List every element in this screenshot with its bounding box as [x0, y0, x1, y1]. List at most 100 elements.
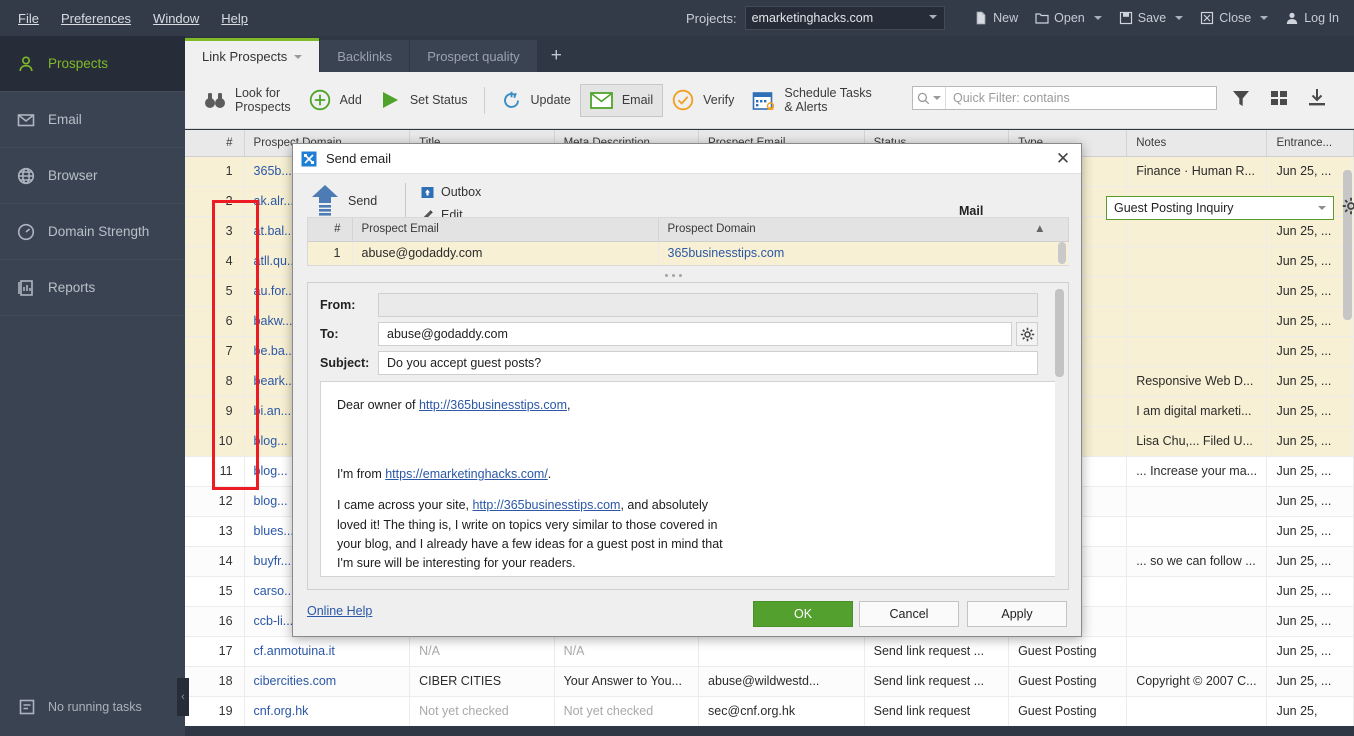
from-field[interactable]: [378, 293, 1038, 317]
scrollbar-thumb[interactable]: [1343, 170, 1352, 320]
menu-item-file[interactable]: File: [18, 11, 39, 26]
menu-item-window[interactable]: Window: [153, 11, 199, 26]
chevron-down-icon[interactable]: [1260, 16, 1269, 20]
quick-filter[interactable]: [912, 86, 1217, 110]
chevron-down-icon[interactable]: [294, 54, 303, 59]
sidebar-item-reports[interactable]: Reports: [0, 260, 185, 316]
calendar-alert-icon: [752, 90, 775, 111]
sidebar-item-domain-strength[interactable]: Domain Strength: [0, 204, 185, 260]
cell-notes: [1126, 336, 1268, 367]
schedule-tasks-label: Schedule Tasks & Alerts: [784, 85, 872, 114]
cell-notes: [1126, 486, 1268, 517]
cell-index: 6: [185, 306, 245, 337]
cancel-button[interactable]: Cancel: [859, 601, 959, 627]
cell-title: N/A: [409, 636, 555, 667]
body-p3-link[interactable]: http://365businesstips.com: [472, 498, 620, 512]
subject-row: Subject: Do you accept guest posts?: [320, 351, 1038, 375]
splitter-grip[interactable]: [656, 271, 690, 279]
sidebar-item-email[interactable]: Email: [0, 92, 185, 148]
project-dropdown[interactable]: emarketinghacks.com: [744, 6, 945, 30]
table-row[interactable]: 17 cf.anmotuina.it N/A N/A Send link request…: [185, 636, 1354, 667]
cell-entrance: Jun 25, ...: [1266, 366, 1354, 397]
login-button[interactable]: Log In: [1278, 7, 1346, 29]
gear-icon[interactable]: [1342, 197, 1354, 218]
ok-button[interactable]: OK: [753, 601, 853, 627]
toolbar-divider: [483, 86, 485, 114]
sidebar-item-prospects-label: Prospects: [48, 56, 109, 71]
table-vertical-scrollbar[interactable]: [1343, 170, 1352, 718]
verify-button[interactable]: Verify: [663, 83, 743, 117]
form-vertical-scrollbar[interactable]: [1055, 289, 1064, 583]
send-button-label: Send: [348, 194, 378, 208]
close-button[interactable]: Close: [1193, 7, 1275, 29]
set-status-button[interactable]: Set Status: [371, 84, 477, 116]
apply-button[interactable]: Apply: [967, 601, 1067, 627]
chevron-down-icon[interactable]: [1175, 16, 1184, 20]
mini-column-header-prospect-email[interactable]: Prospect Email: [352, 218, 659, 242]
table-row[interactable]: 19 cnf.org.hk Not yet checked Not yet check…: [185, 696, 1354, 726]
mini-column-header-prospect-domain[interactable]: Prospect Domain ▲: [658, 218, 1069, 242]
filter-icon[interactable]: [1230, 87, 1252, 109]
mini-grid-row[interactable]: 1 abuse@godaddy.com 365businesstips.com: [308, 241, 1069, 265]
quick-filter-input[interactable]: [946, 91, 1216, 105]
open-button[interactable]: Open: [1028, 7, 1109, 29]
tab-link-prospects[interactable]: Link Prospects: [185, 38, 320, 72]
sidebar-item-prospects[interactable]: Prospects: [0, 36, 185, 92]
look-for-prospects-button[interactable]: Look for Prospects: [195, 80, 300, 121]
download-icon[interactable]: [1306, 87, 1328, 109]
cell-entrance: Jun 25, ...: [1266, 576, 1354, 607]
panel-collapse-toggle[interactable]: ‹: [177, 678, 189, 716]
gear-icon[interactable]: [1016, 322, 1038, 346]
grid-view-icon[interactable]: [1268, 87, 1290, 109]
running-tasks-label: No running tasks: [48, 700, 142, 714]
mini-column-header-index: #: [308, 218, 353, 242]
body-p2-link[interactable]: https://emarketinghacks.com/: [385, 467, 548, 481]
add-button-label: Add: [339, 92, 362, 107]
cell-entrance: Jun 25, ...: [1266, 606, 1354, 637]
add-tab-button[interactable]: +: [538, 40, 575, 72]
mini-grid-scrollbar[interactable]: [1058, 242, 1066, 264]
cell-notes: [1126, 576, 1268, 607]
cell-entrance: Jun 25, ...: [1266, 426, 1354, 457]
window-action-buttons: New Open Save Close Log In: [967, 0, 1346, 36]
scrollbar-thumb[interactable]: [1055, 289, 1064, 377]
column-header-index[interactable]: #: [185, 130, 245, 157]
table-row[interactable]: 18 cibercities.com CIBER CITIES Your Answer…: [185, 666, 1354, 697]
update-button[interactable]: Update: [492, 84, 580, 117]
refresh-icon: [501, 90, 522, 111]
email-button[interactable]: Email: [579, 83, 664, 117]
to-field[interactable]: abuse@godaddy.com: [378, 322, 1012, 346]
running-tasks-status[interactable]: No running tasks: [0, 678, 185, 736]
chevron-down-icon: [933, 96, 941, 100]
chevron-down-icon[interactable]: [1093, 16, 1102, 20]
check-circle-icon: [672, 89, 694, 111]
cell-entrance: Jun 25, ...: [1266, 246, 1354, 277]
binoculars-icon: [204, 90, 226, 110]
mini-grid-domain[interactable]: 365businesstips.com: [658, 241, 1069, 265]
sidebar-item-browser[interactable]: Browser: [0, 148, 185, 204]
tab-prospect-quality[interactable]: Prospect quality: [410, 40, 537, 72]
open-button-label: Open: [1054, 11, 1085, 25]
tab-backlinks[interactable]: Backlinks: [320, 40, 410, 72]
outbox-button[interactable]: Outbox: [421, 185, 481, 199]
subject-field[interactable]: Do you accept guest posts?: [378, 351, 1038, 375]
menu-item-help[interactable]: Help: [221, 11, 248, 26]
schedule-tasks-button[interactable]: Schedule Tasks & Alerts: [743, 80, 880, 121]
column-header-entrance[interactable]: Entrance...: [1266, 130, 1354, 157]
quick-filter-mode-button[interactable]: [913, 87, 946, 109]
menu-item-preferences[interactable]: Preferences: [61, 11, 131, 26]
add-button[interactable]: Add: [300, 83, 371, 117]
save-button[interactable]: Save: [1112, 7, 1191, 29]
plus-circle-icon: [309, 89, 331, 111]
body-p1-link[interactable]: http://365businesstips.com: [419, 398, 567, 412]
send-button[interactable]: Send: [310, 184, 377, 218]
prospect-mini-grid: # Prospect Email Prospect Domain ▲ 1 abus…: [307, 217, 1069, 266]
email-body-editor[interactable]: Dear owner of http://365businesstips.com…: [320, 381, 1058, 577]
cell-meta-description: Not yet checked: [554, 696, 700, 726]
cell-type: Guest Posting: [1008, 696, 1128, 726]
mail-template-dropdown[interactable]: Guest Posting Inquiry: [1106, 196, 1334, 220]
column-header-notes[interactable]: Notes: [1126, 130, 1268, 157]
online-help-link[interactable]: Online Help: [307, 604, 372, 618]
close-icon[interactable]: ✕: [1051, 148, 1075, 170]
new-button[interactable]: New: [967, 7, 1025, 29]
